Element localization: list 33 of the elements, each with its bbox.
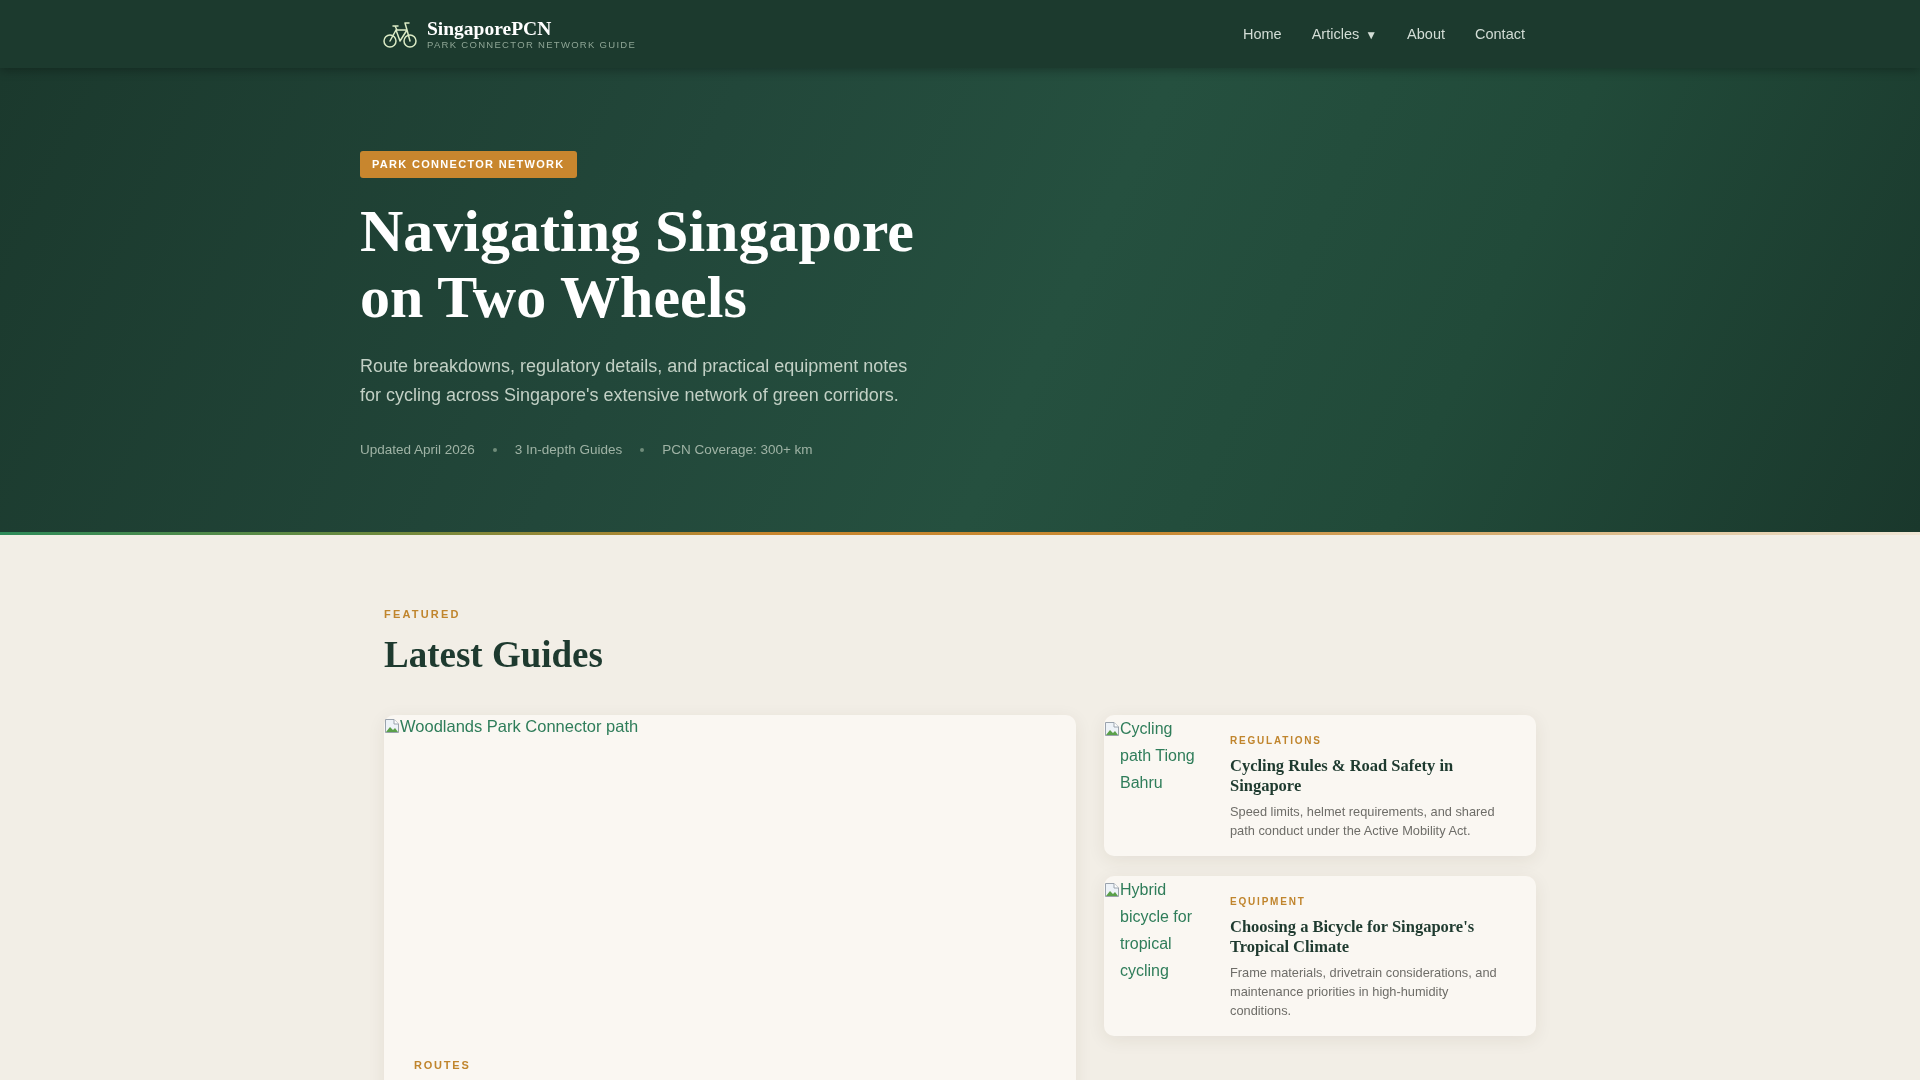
image-alt-text: Hybrid bicycle for tropical cycling — [1120, 880, 1194, 981]
nav-link[interactable]: About — [1395, 18, 1457, 50]
featured-article-card[interactable]: Woodlands Park Connector path ROUTES — [384, 715, 1076, 1080]
broken-image-icon — [384, 718, 400, 734]
hero-description: Route breakdowns, regulatory details, and practical equipment notes for cycling across Singapore's extensive network of green corridors. — [360, 355, 909, 407]
section-eyebrow: FEATURED — [384, 607, 462, 621]
site-logo-title[interactable]: SingaporePCN — [427, 17, 637, 39]
broken-image-icon — [1104, 882, 1120, 898]
meta-text: 3 In-depth Guides — [514, 442, 623, 457]
article-card[interactable]: Cycling path Tiong Bahru REGULATIONS Cycling Rules & Road Safety in Singapore Speed limits, helmet requirements, and shared path conduct under the Active Mobility Act. — [1104, 715, 1536, 856]
nav-link[interactable]: Contact — [1463, 18, 1537, 50]
nav-dropdown-link[interactable]: Articles ▼ — [1299, 18, 1390, 50]
nav-link[interactable]: Home — [1231, 18, 1294, 50]
article-title[interactable]: Choosing a Bicycle for Singapore's Tropical Climate — [1230, 917, 1506, 957]
separator-dot-icon — [492, 447, 497, 452]
hero-title: Navigating Singapore on Two Wheels — [360, 198, 915, 330]
article-card[interactable]: Hybrid bicycle for tropical cycling EQUIPMENT Choosing a Bicycle for Singapore's Tropical Climate Frame materials, drivetrain considerations, and maintenance priorities in high-humidity conditions. — [1104, 876, 1536, 1036]
meta-text: Updated April 2026 — [360, 442, 475, 457]
section-heading: Latest Guides — [384, 633, 604, 677]
bicycle-icon — [383, 19, 417, 49]
article-category: REGULATIONS — [1230, 734, 1323, 747]
image-alt-text: Cycling path Tiong Bahru — [1120, 719, 1196, 793]
meta-text: PCN Coverage: 300+ km — [662, 442, 813, 457]
broken-image-icon — [1104, 721, 1120, 737]
separator-dot-icon — [640, 447, 645, 452]
article-category: ROUTES — [414, 1059, 472, 1072]
article-category: EQUIPMENT — [1230, 895, 1307, 908]
article-description: Frame materials, drivetrain considerations, and maintenance priorities in high-humidity conditions. — [1230, 964, 1498, 1020]
article-title[interactable]: Cycling Rules & Road Safety in Singapore — [1230, 756, 1506, 796]
article-description: Speed limits, helmet requirements, and shared path conduct under the Active Mobility Act. — [1230, 803, 1496, 840]
image-alt-text: Woodlands Park Connector path — [400, 716, 639, 737]
section-badge: PARK CONNECTOR NETWORK — [360, 151, 577, 178]
site-tagline: PARK CONNECTOR NETWORK GUIDE — [427, 38, 637, 51]
